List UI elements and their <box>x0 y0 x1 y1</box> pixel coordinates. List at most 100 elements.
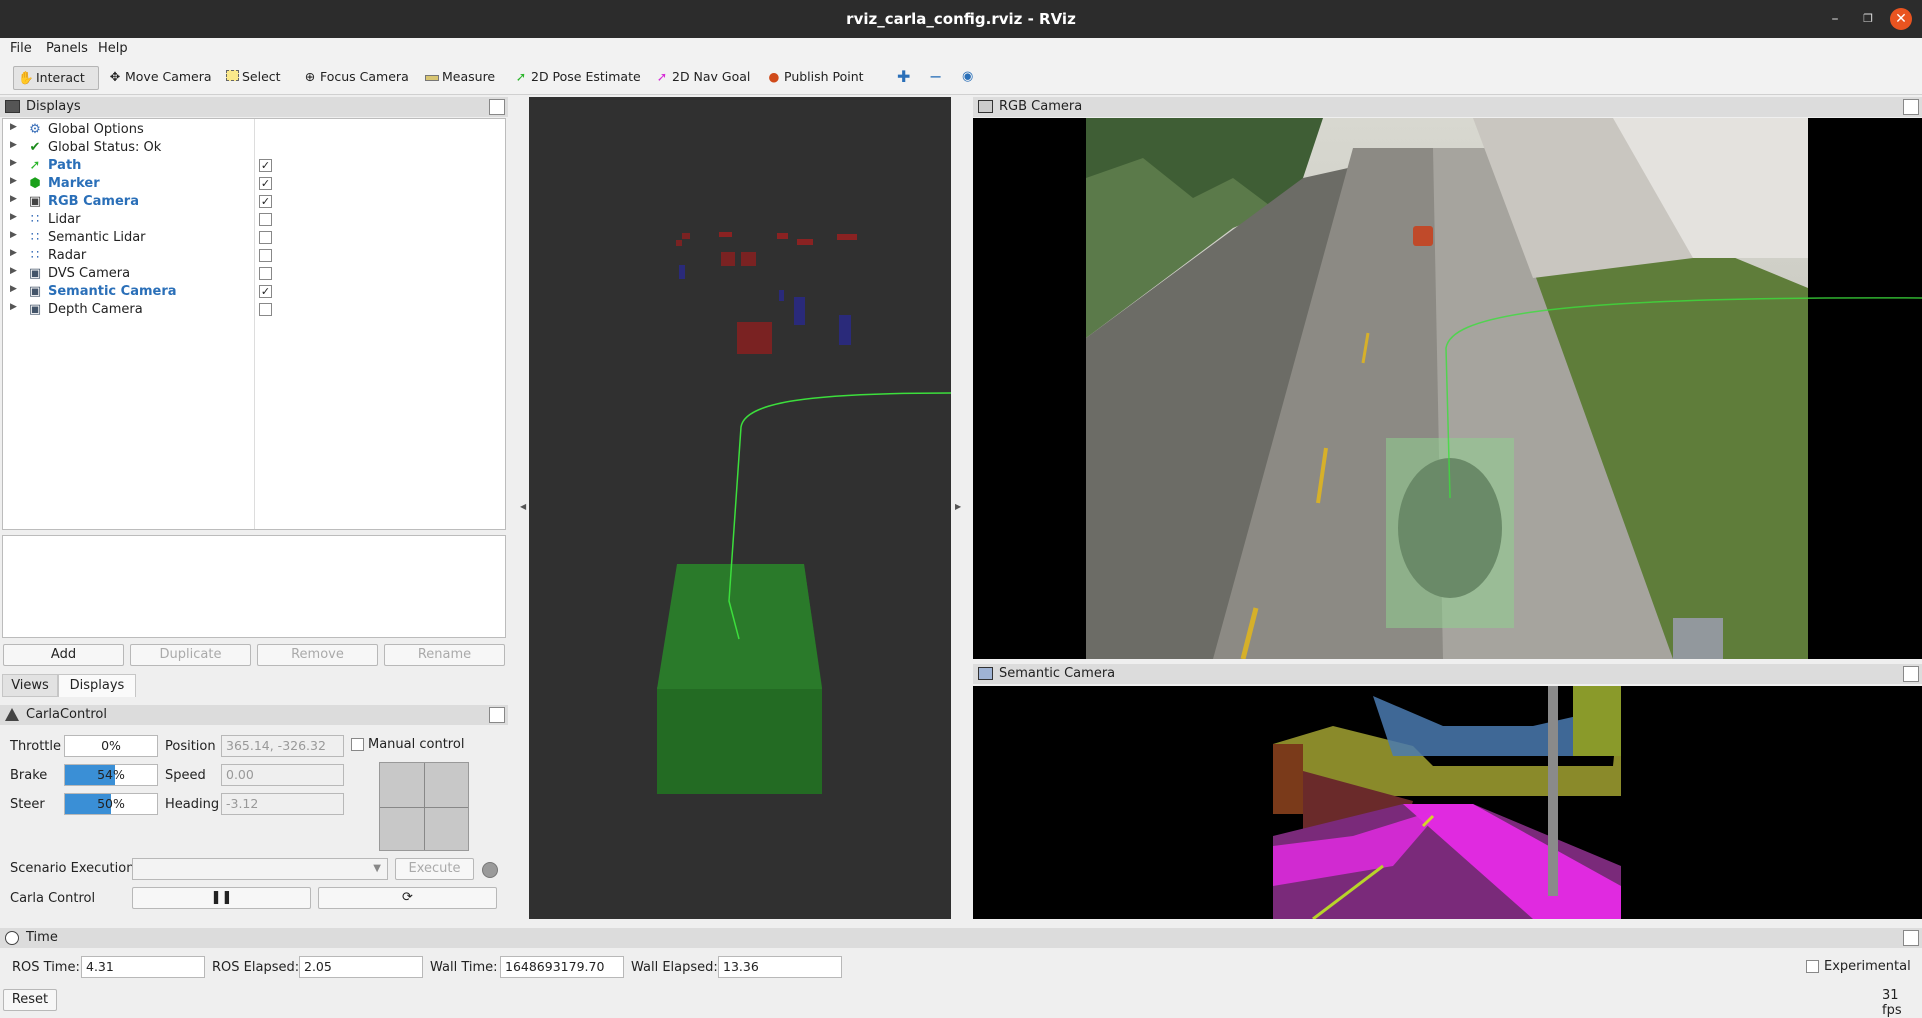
expand-arrow-icon[interactable]: ▶ <box>10 194 17 204</box>
display-enable-checkbox[interactable] <box>259 213 272 226</box>
display-item[interactable]: ▶ ∷ Radar <box>3 247 503 265</box>
display-enable-checkbox[interactable] <box>259 231 272 244</box>
display-item[interactable]: ▶ ▣ Semantic Camera ✓ <box>3 283 503 301</box>
image-icon: ▣ <box>28 266 42 281</box>
eye-icon[interactable]: ◉ <box>958 66 973 90</box>
display-enable-checkbox[interactable]: ✓ <box>259 159 272 172</box>
manual-control-checkbox[interactable] <box>351 738 364 751</box>
step-button[interactable]: ⟳ <box>318 887 497 909</box>
marker-box <box>794 297 805 325</box>
scenario-select[interactable]: ▼ <box>132 858 388 880</box>
minimize-icon[interactable]: – <box>1824 8 1846 30</box>
add-button[interactable]: Add <box>3 644 124 666</box>
position-field: 365.14, -326.32 <box>221 735 344 757</box>
display-item[interactable]: ▶ ∷ Semantic Lidar <box>3 229 503 247</box>
3d-scene <box>657 232 952 794</box>
expand-arrow-icon[interactable]: ▶ <box>10 284 17 294</box>
wall-elapsed-field[interactable]: 13.36 <box>718 956 842 978</box>
expand-arrow-icon[interactable]: ▶ <box>10 266 17 276</box>
right-splitter-arrow-icon[interactable]: ▶ <box>955 502 961 511</box>
chevron-down-icon: ▼ <box>373 863 381 874</box>
display-enable-checkbox[interactable] <box>259 249 272 262</box>
displays-panel-close[interactable] <box>489 99 505 115</box>
time-panel-title: Time <box>26 930 58 945</box>
display-item[interactable]: ▶ ⚙ Global Options <box>3 121 503 139</box>
move-camera-tool-button[interactable]: ✥ Move Camera <box>103 66 212 90</box>
wall-time-field[interactable]: 1648693179.70 <box>500 956 624 978</box>
tab-views[interactable]: Views <box>2 674 58 697</box>
pose-estimate-tool-button[interactable]: ➚ 2D Pose Estimate <box>509 66 641 90</box>
semantic-camera-close[interactable] <box>1903 666 1919 682</box>
marker-box <box>797 239 813 245</box>
remove-button[interactable]: Remove <box>257 644 378 666</box>
ros-elapsed-field[interactable]: 2.05 <box>299 956 423 978</box>
display-enable-checkbox[interactable] <box>259 267 272 280</box>
expand-arrow-icon[interactable]: ▶ <box>10 212 17 222</box>
select-tool-button[interactable]: Select <box>220 66 281 90</box>
pause-button[interactable]: ❚❚ <box>132 887 311 909</box>
display-enable-checkbox[interactable]: ✓ <box>259 177 272 190</box>
duplicate-button[interactable]: Duplicate <box>130 644 251 666</box>
tab-displays[interactable]: Displays <box>58 674 136 697</box>
menu-panels[interactable]: Panels <box>46 41 88 56</box>
measure-tool-button[interactable]: Measure <box>420 66 495 90</box>
display-enable-checkbox[interactable] <box>259 303 272 316</box>
close-icon[interactable]: ✕ <box>1890 8 1912 30</box>
display-description-box <box>2 535 506 638</box>
reset-button[interactable]: Reset <box>3 989 57 1011</box>
expand-arrow-icon[interactable]: ▶ <box>10 140 17 150</box>
image-icon <box>978 667 993 680</box>
time-panel-close[interactable] <box>1903 930 1919 946</box>
display-item-label: Radar <box>48 248 87 263</box>
select-icon <box>224 66 240 88</box>
publish-point-tool-button[interactable]: ● Publish Point <box>762 66 864 90</box>
display-item[interactable]: ▶ ⬢ Marker ✓ <box>3 175 503 193</box>
add-tool-icon[interactable]: ✚ <box>893 66 910 90</box>
throttle-value: 0% <box>101 738 121 753</box>
ros-time-field[interactable]: 4.31 <box>81 956 205 978</box>
display-item[interactable]: ▶ ➚ Path ✓ <box>3 157 503 175</box>
display-item[interactable]: ▶ ▣ RGB Camera ✓ <box>3 193 503 211</box>
carla-control-close[interactable] <box>489 707 505 723</box>
display-item[interactable]: ▶ ∷ Lidar <box>3 211 503 229</box>
check-icon: ✔ <box>29 140 41 155</box>
remove-tool-icon[interactable]: − <box>925 66 942 90</box>
display-enable-checkbox[interactable]: ✓ <box>259 285 272 298</box>
focus-camera-tool-button[interactable]: ⊕ Focus Camera <box>298 66 409 90</box>
nav-goal-tool-button[interactable]: ➚ 2D Nav Goal <box>650 66 751 90</box>
expand-arrow-icon[interactable]: ▶ <box>10 230 17 240</box>
rgb-camera-close[interactable] <box>1903 99 1919 115</box>
display-enable-checkbox[interactable]: ✓ <box>259 195 272 208</box>
pause-icon: ❚❚ <box>210 890 233 905</box>
expand-arrow-icon[interactable]: ▶ <box>10 176 17 186</box>
menu-file[interactable]: File <box>10 41 32 56</box>
maximize-icon[interactable]: ❐ <box>1857 8 1879 30</box>
interact-label: Interact <box>36 70 85 85</box>
expand-arrow-icon[interactable]: ▶ <box>10 302 17 312</box>
semantic-camera-title: Semantic Camera <box>999 666 1116 681</box>
expand-arrow-icon[interactable]: ▶ <box>10 158 17 168</box>
display-item[interactable]: ▶ ▣ Depth Camera <box>3 301 503 319</box>
3d-viewport[interactable] <box>529 97 952 919</box>
execute-button[interactable]: Execute <box>395 858 474 880</box>
interact-tool-button[interactable]: ✋ Interact <box>13 66 99 90</box>
pointcloud-icon: ∷ <box>30 230 40 245</box>
rgb-camera-panel-header: RGB Camera <box>973 97 1922 117</box>
experimental-checkbox[interactable] <box>1806 960 1819 973</box>
display-item[interactable]: ▶ ✔ Global Status: Ok <box>3 139 503 157</box>
heading-field: -3.12 <box>221 793 344 815</box>
manual-control-label: Manual control <box>368 737 465 752</box>
expand-arrow-icon[interactable]: ▶ <box>10 248 17 258</box>
time-panel-header: Time <box>0 928 1922 948</box>
display-item-label: Marker <box>48 176 100 191</box>
display-item-label: Global Options <box>48 122 144 137</box>
steering-pad[interactable] <box>379 762 469 851</box>
left-splitter-arrow-icon[interactable]: ◀ <box>520 502 526 511</box>
marker-box <box>679 265 685 279</box>
marker-box <box>721 252 735 266</box>
expand-arrow-icon[interactable]: ▶ <box>10 122 17 132</box>
rename-button[interactable]: Rename <box>384 644 505 666</box>
nav-goal-label: 2D Nav Goal <box>672 69 751 84</box>
display-item[interactable]: ▶ ▣ DVS Camera <box>3 265 503 283</box>
menu-help[interactable]: Help <box>98 41 128 56</box>
